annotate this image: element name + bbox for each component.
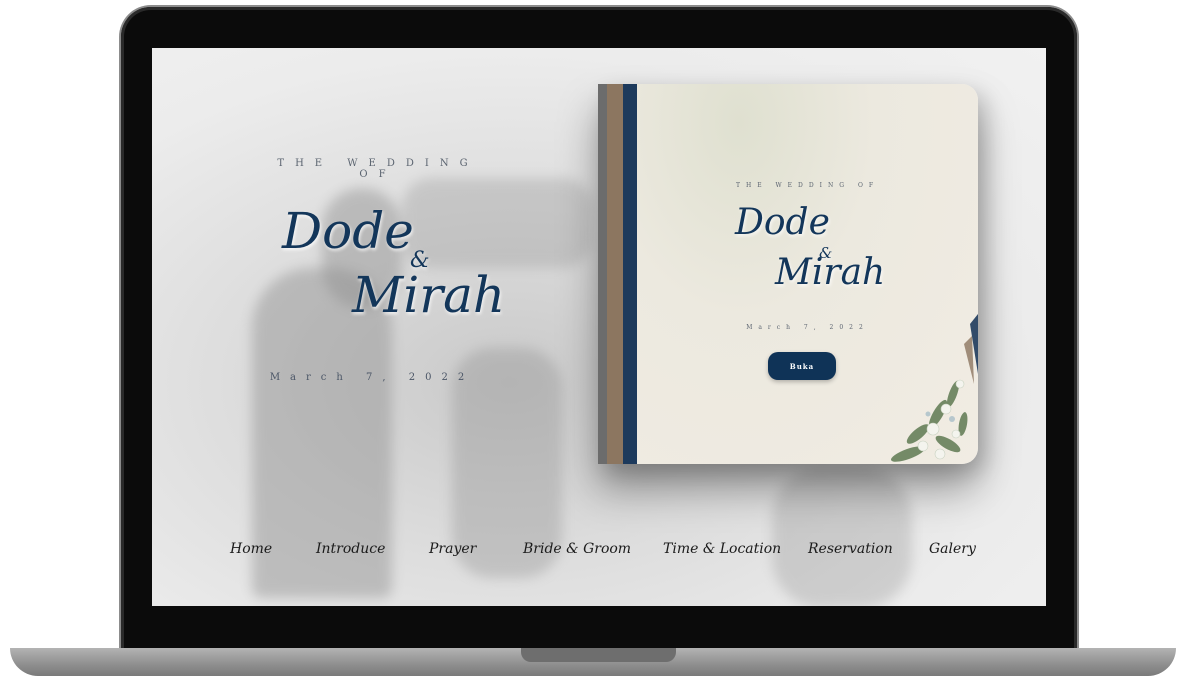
nav-reservation[interactable]: Reservation bbox=[808, 541, 893, 557]
card-bride-name: Mirah bbox=[775, 252, 886, 293]
nav-galery[interactable]: Galery bbox=[929, 541, 976, 557]
card-kicker: THE WEDDING OF bbox=[735, 182, 880, 189]
card-stripe-navy bbox=[623, 84, 637, 464]
open-invitation-button[interactable]: Buka bbox=[768, 352, 836, 380]
nav-time-location[interactable]: Time & Location bbox=[663, 541, 781, 557]
nav-prayer[interactable]: Prayer bbox=[429, 541, 476, 557]
bottom-navigation: Home Introduce Prayer Bride & Groom Time… bbox=[152, 541, 1046, 567]
invitation-card: THE WEDDING OF Dode & Mirah March 7, 202… bbox=[598, 84, 978, 464]
hero-title: THE WEDDING OF Dode & Mirah March 7, 202… bbox=[242, 158, 506, 383]
hero-date: March 7, 2022 bbox=[269, 372, 475, 383]
card-stripe-brown bbox=[607, 84, 623, 464]
website-screen: THE WEDDING OF Dode & Mirah March 7, 202… bbox=[152, 48, 1046, 606]
floral-decoration bbox=[890, 314, 978, 462]
hero-kicker: THE WEDDING OF bbox=[277, 158, 479, 180]
nav-bride-groom[interactable]: Bride & Groom bbox=[523, 541, 631, 557]
card-page: THE WEDDING OF Dode & Mirah March 7, 202… bbox=[637, 84, 978, 464]
laptop-notch bbox=[521, 648, 676, 662]
hero-names: Dode & Mirah bbox=[242, 202, 506, 352]
hero-bride-name: Mirah bbox=[352, 266, 506, 324]
nav-home[interactable]: Home bbox=[230, 541, 272, 557]
nav-introduce[interactable]: Introduce bbox=[316, 541, 385, 557]
card-stripe-gray bbox=[598, 84, 607, 464]
hero-groom-name: Dode bbox=[282, 202, 414, 260]
card-groom-name: Dode bbox=[735, 202, 830, 243]
